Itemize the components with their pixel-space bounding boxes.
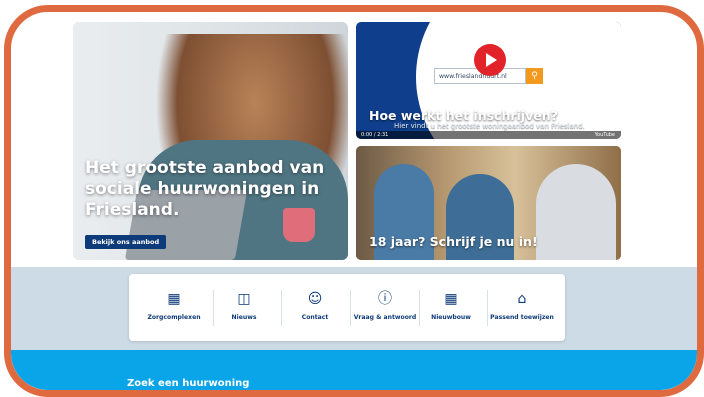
building-icon: ▦ bbox=[167, 291, 181, 307]
question-icon: ⓘ bbox=[378, 291, 392, 307]
quicklink-label: Zorgcomplexen bbox=[147, 314, 201, 321]
video-player[interactable]: www.frieslandhuurt.nl ⚲ Hoe werkt het in… bbox=[356, 22, 621, 139]
play-icon[interactable] bbox=[474, 44, 506, 76]
promo-title: 18 jaar? Schrijf je nu in! bbox=[369, 234, 538, 249]
signup-promo-banner[interactable]: 18 jaar? Schrijf je nu in! bbox=[356, 146, 621, 260]
hero-title: Het grootste aanbod van sociale huurwoni… bbox=[85, 158, 325, 220]
quicklink-nieuwbouw[interactable]: ▦ Nieuwbouw bbox=[416, 274, 486, 341]
quicklink-label: Nieuws bbox=[231, 314, 257, 321]
screenshot-frame: Het grootste aanbod van sociale huurwoni… bbox=[4, 5, 704, 397]
chat-icon: ☺ bbox=[307, 291, 323, 307]
search-section bbox=[11, 350, 697, 390]
quicklink-label: Nieuwbouw bbox=[431, 314, 471, 321]
video-controls[interactable]: 0:00 / 2:31 YouTube bbox=[356, 131, 621, 139]
quicklink-contact[interactable]: ☺ Contact bbox=[280, 274, 350, 341]
quicklink-label: Passend toewijzen bbox=[490, 314, 554, 321]
video-subtitle: Hier vindt u het grootste woningaanbod v… bbox=[394, 122, 585, 130]
quicklink-passend-toewijzen[interactable]: ⌂ Passend toewijzen bbox=[487, 274, 557, 341]
hero-banner[interactable]: Het grootste aanbod van sociale huurwoni… bbox=[73, 22, 348, 260]
quicklink-label: Vraag & antwoord bbox=[353, 314, 417, 321]
promo-person-3 bbox=[536, 164, 616, 260]
newspaper-icon: ◫ bbox=[237, 291, 251, 307]
quicklink-label: Contact bbox=[301, 314, 329, 321]
search-icon: ⚲ bbox=[526, 68, 543, 84]
house-icon: ⌂ bbox=[517, 291, 527, 307]
quicklinks-card: ▦ Zorgcomplexen ◫ Nieuws ☺ Contact ⓘ Vra… bbox=[129, 274, 565, 341]
search-section-title: Zoek een huurwoning bbox=[127, 378, 250, 389]
video-time: 0:00 / 2:31 bbox=[361, 132, 389, 138]
quicklink-faq[interactable]: ⓘ Vraag & antwoord bbox=[350, 274, 420, 341]
youtube-logo[interactable]: YouTube bbox=[595, 132, 615, 138]
apartment-icon: ▦ bbox=[444, 291, 458, 307]
quicklink-zorgcomplexen[interactable]: ▦ Zorgcomplexen bbox=[139, 274, 209, 341]
video-title: Hoe werkt het inschrijven? bbox=[369, 108, 558, 123]
browse-offer-button[interactable]: Bekijk ons aanbod bbox=[85, 235, 167, 249]
quicklink-nieuws[interactable]: ◫ Nieuws bbox=[209, 274, 279, 341]
